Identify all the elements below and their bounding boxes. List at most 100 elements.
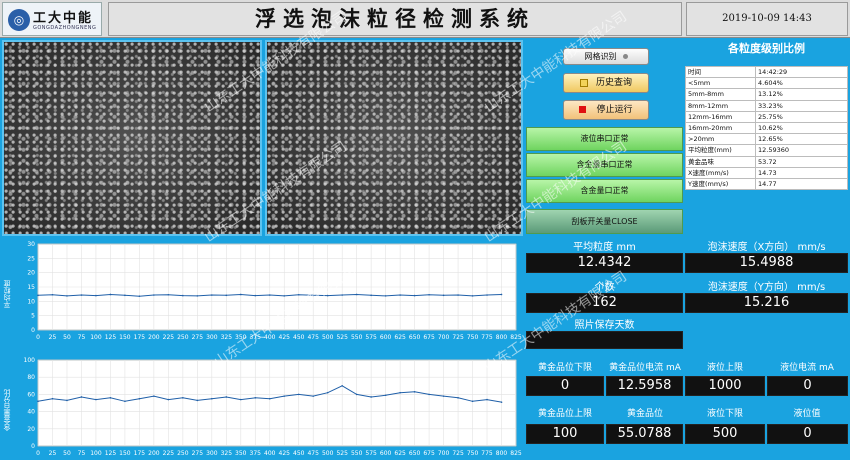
- data-point: [297, 293, 300, 296]
- data-point: [384, 394, 387, 397]
- x-tick-label: 250: [177, 334, 189, 341]
- x-tick-label: 600: [380, 334, 392, 341]
- data-point: [138, 397, 141, 400]
- size-ratio-key: 时间: [685, 65, 756, 79]
- x-tick-label: 300: [206, 334, 218, 341]
- data-point: [428, 293, 430, 296]
- x-tick-label: 0: [36, 450, 40, 457]
- data-point: [355, 393, 358, 396]
- count-value: 162: [526, 293, 683, 313]
- y-tick-label: 0: [31, 443, 35, 450]
- data-point: [153, 294, 155, 296]
- x-tick-label: 175: [134, 334, 146, 341]
- size-ratio-value: 33.23%: [755, 99, 848, 112]
- control-panel: 网格识别 历史查询 停止运行 液位串口正常 含金量串口正常 含金量口正常 刮板开…: [526, 40, 683, 236]
- level-serial-status[interactable]: 液位串口正常: [526, 127, 683, 151]
- x-tick-label: 650: [409, 334, 421, 341]
- level-lower-label: 液位下限: [706, 409, 743, 419]
- x-tick-label: 425: [279, 450, 291, 457]
- x-tick-label: 75: [78, 450, 86, 457]
- x-tick-label: 375: [250, 450, 262, 457]
- history-query-label: 历史查询: [595, 78, 632, 88]
- size-ratio-value: 12.65%: [755, 133, 848, 146]
- x-tick-label: 225: [163, 334, 175, 341]
- data-point: [297, 393, 300, 396]
- x-tick-label: 450: [293, 450, 305, 457]
- toggle-dot-icon: [622, 54, 628, 59]
- scraper-switch-status[interactable]: 刮板开关量CLOSE: [526, 209, 683, 234]
- x-tick-label: 500: [322, 450, 334, 457]
- x-tick-label: 350: [235, 450, 247, 457]
- x-tick-label: 725: [452, 450, 464, 457]
- level-lower-input[interactable]: 500: [685, 424, 765, 444]
- size-ratio-row: 黄金品味 53.72: [685, 155, 848, 168]
- y-tick-label: 20: [27, 270, 35, 277]
- data-point: [471, 295, 474, 297]
- data-point: [457, 397, 459, 399]
- data-point: [124, 294, 126, 297]
- stop-icon: [579, 106, 587, 113]
- x-tick-label: 200: [148, 450, 160, 457]
- save-days-input[interactable]: [526, 331, 683, 349]
- y-tick-label: 25: [27, 255, 35, 262]
- avg-size-chart: 平均粒度 0 25 50 75 100 125 150 175 200 225 250 275 300 3…: [0, 238, 523, 356]
- gold-upper-input[interactable]: 100: [526, 424, 604, 444]
- avg-size-value: 12.4342: [526, 253, 683, 273]
- size-ratio-row: 16mm-20mm 10.62%: [685, 121, 848, 135]
- y-tick-label: 15: [27, 284, 35, 291]
- stop-run-button[interactable]: 停止运行: [563, 100, 649, 120]
- size-ratio-key: <5mm: [685, 77, 756, 90]
- x-tick-label: 50: [63, 450, 71, 457]
- logo-subtext: GONGDAZHONGNENG: [33, 25, 97, 31]
- grid-recognition-button[interactable]: 网格识别: [563, 48, 649, 65]
- size-ratio-panel: 各粒度级别比例 时间 14:42:29 <5mm 4.604% 5mm-8mm 13.12…: [685, 40, 848, 236]
- froth-camera-image-right: [265, 40, 523, 236]
- logo-text: 工大中能: [33, 11, 94, 26]
- gold-lower-input[interactable]: 0: [526, 376, 604, 396]
- data-point: [283, 395, 286, 397]
- size-ratio-row: 平均粒度(mm) 12.59360: [685, 144, 848, 157]
- data-point: [196, 399, 199, 402]
- x-tick-label: 400: [264, 334, 276, 341]
- data-point: [66, 295, 68, 297]
- data-point: [167, 398, 170, 401]
- size-ratio-value: 14.77: [755, 177, 848, 191]
- data-point: [153, 395, 155, 397]
- gold-content-serial-status[interactable]: 含金量串口正常: [526, 153, 683, 177]
- size-ratio-row: 8mm-12mm 33.23%: [685, 99, 848, 112]
- grid-recognition-label: 网格识别: [584, 52, 617, 61]
- x-tick-label: 100: [90, 334, 102, 341]
- data-point: [211, 294, 213, 296]
- data-point: [167, 293, 170, 296]
- data-point: [370, 396, 372, 398]
- data-point: [225, 396, 228, 398]
- size-ratio-value: 13.12%: [755, 88, 848, 101]
- y-tick-label: 5: [31, 313, 35, 320]
- gold-port-status[interactable]: 含金量口正常: [526, 179, 683, 203]
- gold-current-label: 黄金品位电流 mA: [609, 363, 681, 373]
- data-point: [283, 295, 286, 297]
- y-tick-label: 40: [27, 409, 35, 416]
- x-tick-label: 575: [365, 334, 377, 341]
- data-point: [37, 294, 39, 297]
- x-tick-label: 25: [49, 450, 57, 457]
- x-tick-label: 675: [423, 450, 435, 457]
- data-point: [124, 400, 126, 403]
- gold-grade-label: 黄金品位: [626, 409, 663, 419]
- froth-camera-image-left: [2, 40, 262, 236]
- level-upper-label: 液位上限: [706, 363, 743, 373]
- data-point: [471, 400, 474, 403]
- level-upper-input[interactable]: 1000: [685, 376, 765, 396]
- x-tick-label: 825: [510, 450, 522, 457]
- app-title: 浮选泡沫粒径检测系统: [108, 2, 682, 36]
- data-point: [138, 295, 141, 297]
- data-point: [37, 400, 39, 403]
- data-point: [355, 293, 358, 296]
- x-tick-label: 275: [192, 450, 204, 457]
- history-query-button[interactable]: 历史查询: [563, 73, 649, 93]
- size-ratio-value: 10.62%: [755, 121, 848, 135]
- data-point: [312, 395, 315, 397]
- x-tick-label: 625: [394, 334, 406, 341]
- logo-mark-icon: ◎: [8, 9, 30, 31]
- x-tick-label: 475: [307, 334, 319, 341]
